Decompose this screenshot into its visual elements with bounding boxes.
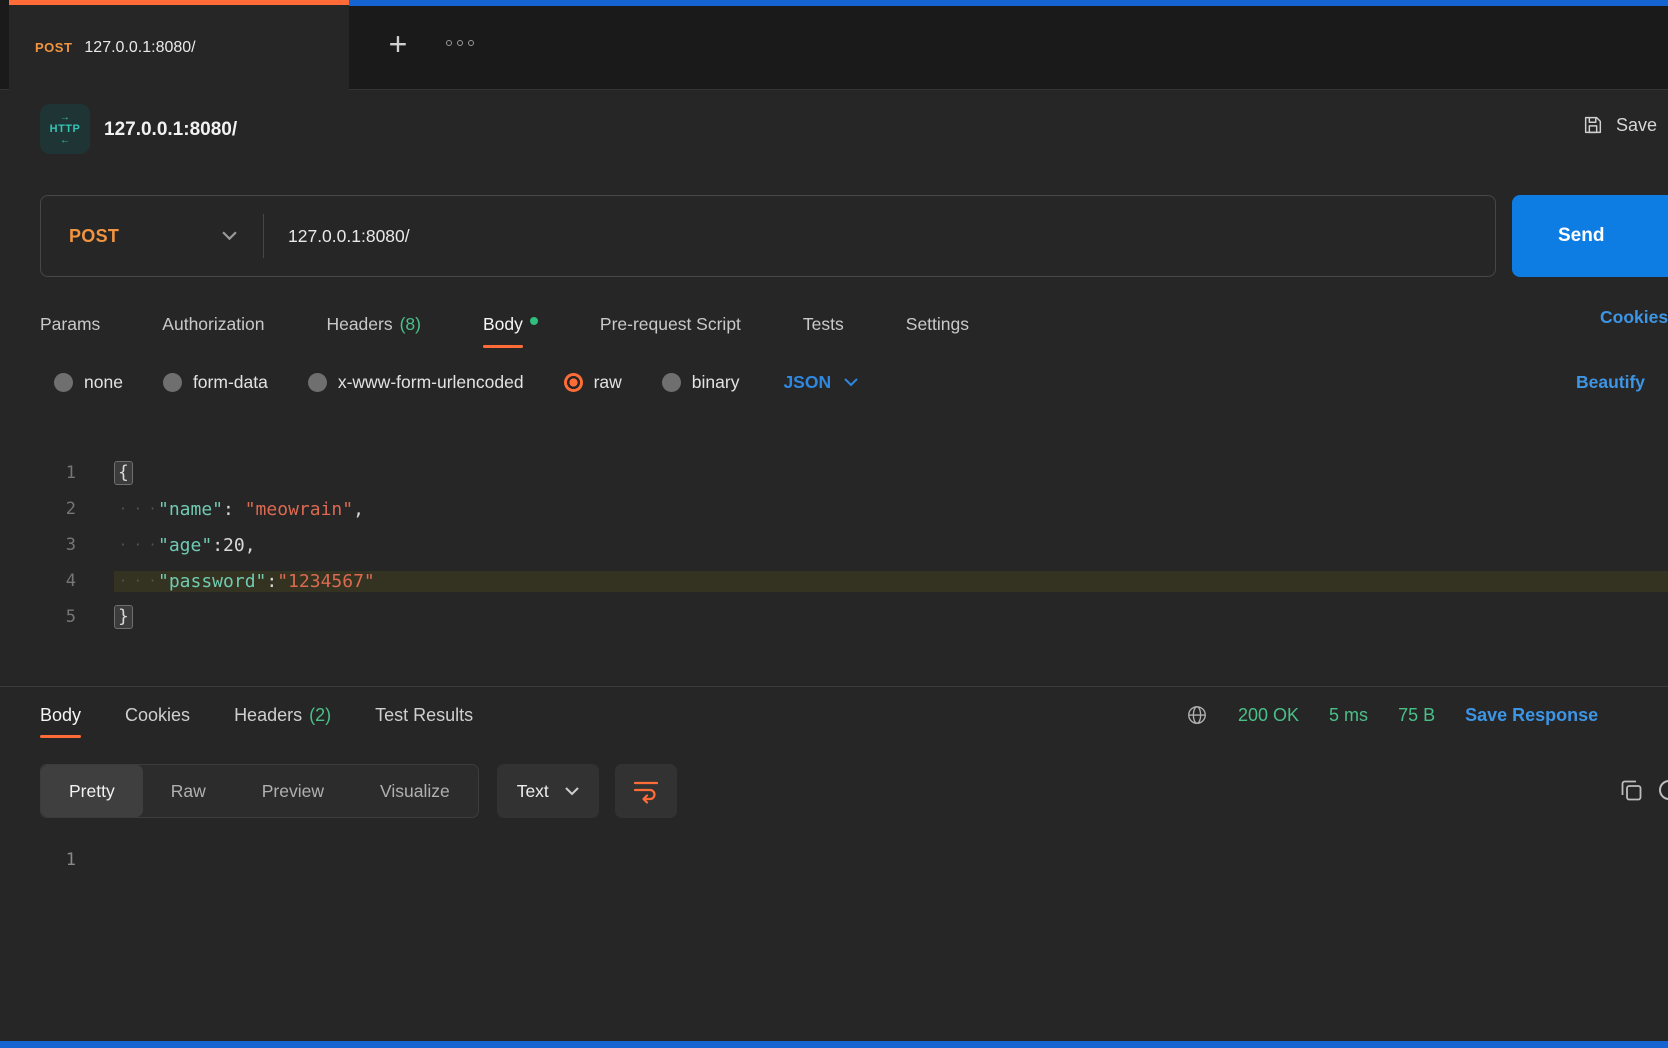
cookies-link[interactable]: Cookies [1600, 307, 1668, 328]
indent-guide: ··· [114, 574, 158, 589]
headers-count: (8) [400, 314, 421, 335]
chevron-down-icon [844, 378, 858, 387]
tab-pre-request-script[interactable]: Pre-request Script [600, 314, 741, 335]
response-line-number: 1 [0, 850, 80, 870]
wrap-line-button[interactable] [615, 764, 677, 818]
copy-icon [1618, 777, 1645, 804]
response-tab-bar: Body Cookies Headers (2) Test Results [40, 699, 473, 731]
indent-guide: ··· [114, 502, 158, 517]
code-line-current: 4 ···"password":"1234567" [0, 563, 1668, 599]
arrow-left-icon: ← [60, 136, 70, 146]
http-icon-label: HTTP [50, 124, 81, 135]
bracket-match: { [114, 461, 133, 486]
url-input[interactable]: 127.0.0.1:8080/ [288, 226, 410, 247]
save-label: Save [1616, 115, 1657, 136]
response-headers-count: (2) [309, 705, 331, 726]
radio-form-data[interactable]: form-data [163, 372, 268, 393]
url-bar: POST 127.0.0.1:8080/ [40, 195, 1496, 277]
line-number: 2 [0, 499, 80, 519]
indent-guide: ··· [114, 538, 158, 553]
method-selector[interactable]: POST [41, 196, 263, 276]
save-icon [1582, 114, 1604, 136]
radio-binary[interactable]: binary [662, 372, 740, 393]
new-tab-button[interactable]: + [376, 22, 420, 66]
tab-params[interactable]: Params [40, 314, 100, 335]
dot-icon [457, 40, 463, 46]
tab-method-label: POST [35, 40, 72, 55]
copy-button[interactable] [1618, 777, 1645, 804]
line-number: 5 [0, 607, 80, 627]
body-type-options: none form-data x-www-form-urlencoded raw… [54, 364, 858, 400]
beautify-link[interactable]: Beautify [1576, 364, 1645, 400]
view-segmented-control: Pretty Raw Preview Visualize [40, 764, 479, 818]
response-size[interactable]: 75 B [1398, 705, 1435, 726]
line-number: 4 [0, 571, 80, 591]
tab-settings[interactable]: Settings [906, 314, 969, 335]
response-tab-cookies[interactable]: Cookies [125, 705, 190, 726]
response-view-toolbar: Pretty Raw Preview Visualize Text [40, 764, 677, 818]
chevron-down-icon [222, 231, 237, 241]
response-meta: 200 OK 5 ms 75 B Save Response [1186, 701, 1598, 729]
body-modified-dot-icon [530, 317, 538, 325]
tab-tests[interactable]: Tests [803, 314, 844, 335]
radio-none[interactable]: none [54, 372, 123, 393]
tab-title: 127.0.0.1:8080/ [84, 39, 195, 57]
response-tab-body[interactable]: Body [40, 705, 81, 726]
response-tab-headers[interactable]: Headers (2) [234, 705, 331, 726]
radio-x-www-form-urlencoded[interactable]: x-www-form-urlencoded [308, 372, 524, 393]
radio-icon [308, 373, 327, 392]
dot-icon [468, 40, 474, 46]
status-code[interactable]: 200 OK [1238, 705, 1299, 726]
response-format-label: Text [517, 781, 549, 802]
format-dropdown[interactable]: JSON [783, 372, 858, 393]
response-format-dropdown[interactable]: Text [497, 764, 599, 818]
radio-selected-icon [564, 373, 583, 392]
request-title: 127.0.0.1:8080/ [104, 119, 237, 141]
view-pretty[interactable]: Pretty [41, 765, 143, 817]
view-visualize[interactable]: Visualize [352, 765, 478, 817]
plus-icon: + [389, 26, 408, 63]
response-time[interactable]: 5 ms [1329, 705, 1368, 726]
code-line: 3 ···"age":20, [0, 527, 1668, 563]
chevron-down-icon [565, 787, 579, 796]
search-icon [1654, 777, 1668, 807]
radio-icon [163, 373, 182, 392]
line-number: 3 [0, 535, 80, 555]
divider [263, 214, 264, 258]
dot-icon [446, 40, 452, 46]
radio-raw[interactable]: raw [564, 372, 622, 393]
request-tab[interactable]: POST 127.0.0.1:8080/ [9, 0, 349, 90]
section-divider [0, 686, 1668, 687]
radio-icon [662, 373, 681, 392]
radio-icon [54, 373, 73, 392]
tab-headers[interactable]: Headers (8) [326, 314, 421, 335]
save-response-link[interactable]: Save Response [1465, 705, 1598, 726]
bracket-match: } [114, 605, 133, 630]
line-number: 1 [0, 463, 80, 483]
code-line: 1 { [0, 455, 1668, 491]
send-button[interactable]: Send [1512, 195, 1668, 277]
tab-authorization[interactable]: Authorization [162, 314, 264, 335]
wrap-line-icon [632, 778, 660, 804]
method-label: POST [69, 226, 119, 247]
view-preview[interactable]: Preview [234, 765, 352, 817]
view-raw[interactable]: Raw [143, 765, 234, 817]
more-options-button[interactable] [446, 40, 474, 46]
request-body-editor[interactable]: 1 { 2 ···"name": "meowrain", 3 ···"age":… [0, 455, 1668, 635]
top-accent-line [349, 0, 1668, 6]
bottom-accent-bar [0, 1041, 1668, 1048]
code-line: 2 ···"name": "meowrain", [0, 491, 1668, 527]
request-tab-bar: Params Authorization Headers (8) Body Pr… [40, 307, 969, 341]
globe-icon [1186, 704, 1208, 726]
search-button[interactable] [1654, 777, 1668, 807]
save-button[interactable]: Save [1582, 114, 1657, 136]
format-label: JSON [783, 372, 831, 393]
response-tab-test-results[interactable]: Test Results [375, 705, 473, 726]
arrow-right-icon: → [60, 113, 70, 123]
tab-body[interactable]: Body [483, 314, 538, 335]
code-line: 5 } [0, 599, 1668, 635]
http-protocol-icon: → HTTP ← [40, 104, 90, 154]
